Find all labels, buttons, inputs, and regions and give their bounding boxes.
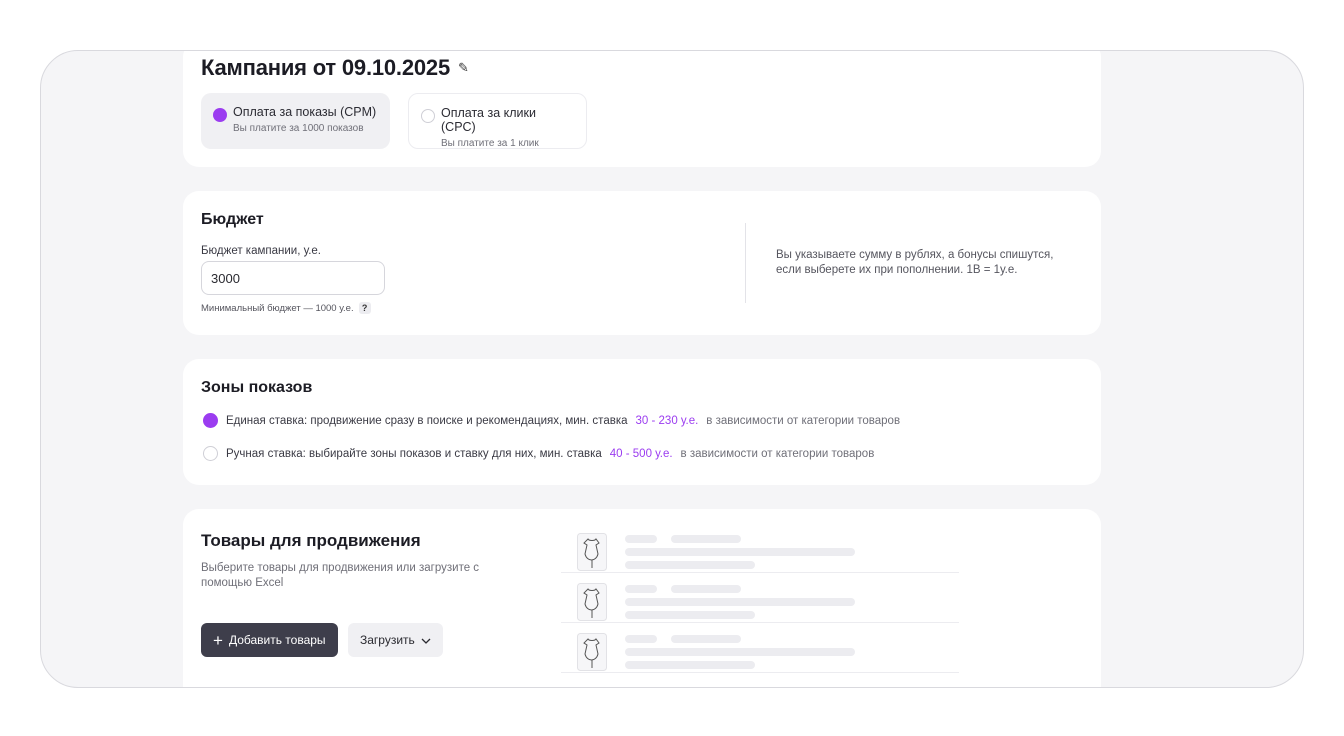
- campaign-card: Кампания от 09.10.2025 ✎ Оплата за показ…: [183, 50, 1101, 167]
- primary-action-button[interactable]: [957, 50, 1081, 51]
- upload-label: Загрузить: [360, 633, 415, 647]
- payment-option-cpc[interactable]: Оплата за клики (CPC) Вы платите за 1 кл…: [408, 93, 587, 149]
- products-card: Товары для продвижения Выберите товары д…: [183, 509, 1101, 687]
- radio-selected-icon: [213, 108, 227, 122]
- budget-hint-text: Минимальный бюджет — 1000 у.е.: [201, 302, 354, 314]
- campaign-title-text: Кампания от 09.10.2025: [201, 55, 450, 80]
- zone-option-range: 30 - 230 у.е.: [635, 414, 699, 427]
- top-actions: [841, 50, 1081, 51]
- placeholder-bar: [625, 635, 657, 643]
- placeholder-bar: [625, 548, 855, 556]
- payment-option-subtitle: Вы платите за 1000 показов: [233, 123, 364, 134]
- plus-icon: +: [213, 630, 223, 650]
- secondary-action-button[interactable]: [841, 50, 949, 51]
- zone-option-text: Единая ставка: продвижение сразу в поиск…: [226, 414, 628, 427]
- help-icon[interactable]: ?: [358, 302, 371, 314]
- radio-unselected-icon: [421, 109, 435, 123]
- products-placeholder-list: [561, 523, 959, 673]
- payment-option-title: Оплата за показы (CPM): [233, 105, 377, 119]
- list-item: [561, 523, 959, 573]
- zones-card: Зоны показов Единая ставка: продвижение …: [183, 359, 1101, 485]
- zone-option-suffix: в зависимости от категории товаров: [680, 447, 875, 460]
- app-frame: Кампания от 09.10.2025 ✎ Оплата за показ…: [40, 50, 1304, 688]
- zone-option-single[interactable]: Единая ставка: продвижение сразу в поиск…: [203, 413, 900, 428]
- divider: [745, 223, 746, 303]
- placeholder-bar: [625, 535, 657, 543]
- budget-card: Бюджет Бюджет кампании, у.е. 3000 Минима…: [183, 191, 1101, 335]
- budget-hint: Минимальный бюджет — 1000 у.е. ?: [201, 302, 371, 314]
- placeholder-bar: [625, 561, 755, 569]
- dress-icon: [577, 533, 607, 571]
- placeholder-bar: [625, 611, 755, 619]
- budget-note: Вы указываете сумму в рублях, а бонусы с…: [776, 249, 1054, 276]
- list-item: [561, 573, 959, 623]
- placeholder-bar: [625, 648, 855, 656]
- zone-option-text: Ручная ставка: выбирайте зоны показов и …: [226, 447, 602, 460]
- payment-option-title: Оплата за клики (CPC): [441, 106, 536, 134]
- radio-selected-icon: [203, 413, 218, 428]
- zone-option-manual[interactable]: Ручная ставка: выбирайте зоны показов и …: [203, 446, 874, 461]
- payment-option-cpm[interactable]: Оплата за показы (CPM) Вы платите за 100…: [201, 93, 390, 149]
- add-products-label: Добавить товары: [228, 633, 326, 647]
- budget-input[interactable]: 3000: [201, 261, 385, 295]
- payment-option-subtitle: Вы платите за 1 клик: [441, 138, 539, 149]
- products-subtitle: Выберите товары для продвижения или загр…: [201, 562, 480, 589]
- list-item: [561, 623, 959, 673]
- chevron-down-icon: [421, 633, 431, 647]
- dress-icon: [577, 583, 607, 621]
- zone-option-suffix: в зависимости от категории товаров: [706, 414, 901, 427]
- budget-field-label: Бюджет кампании, у.е.: [201, 245, 321, 257]
- zones-heading: Зоны показов: [201, 379, 313, 396]
- zone-option-range: 40 - 500 у.е.: [609, 447, 673, 460]
- placeholder-bar: [671, 535, 741, 543]
- radio-unselected-icon: [203, 446, 218, 461]
- upload-button[interactable]: Загрузить: [348, 623, 443, 657]
- campaign-title: Кампания от 09.10.2025 ✎: [201, 55, 469, 81]
- add-products-button[interactable]: + Добавить товары: [201, 623, 338, 657]
- placeholder-bar: [625, 598, 855, 606]
- content-column: Кампания от 09.10.2025 ✎ Оплата за показ…: [183, 50, 1101, 687]
- pencil-icon[interactable]: ✎: [458, 60, 469, 76]
- placeholder-bar: [625, 661, 755, 669]
- placeholder-bar: [625, 585, 657, 593]
- dress-icon: [577, 633, 607, 671]
- placeholder-bar: [671, 585, 741, 593]
- budget-heading: Бюджет: [201, 211, 264, 228]
- placeholder-bar: [671, 635, 741, 643]
- products-heading: Товары для продвижения: [201, 531, 421, 550]
